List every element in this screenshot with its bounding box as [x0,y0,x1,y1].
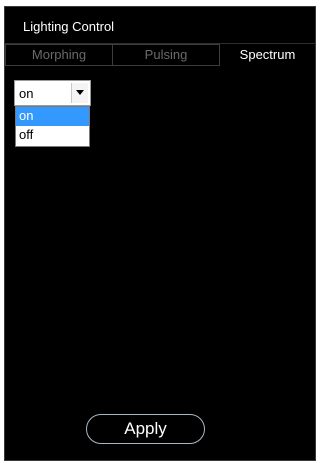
title-bar: Lighting Control [5,7,315,44]
tab-morphing[interactable]: Morphing [5,44,113,66]
lighting-control-window: Lighting Control Morphing Pulsing Spectr… [4,6,316,461]
dropdown-toggle[interactable] [71,83,88,103]
tab-spectrum[interactable]: Spectrum [220,44,315,66]
chevron-down-icon [76,90,84,95]
apply-button[interactable]: Apply [86,414,205,444]
select-value: on [19,86,34,101]
spectrum-select[interactable]: on [14,80,91,106]
dropdown-options: on off [15,106,90,147]
option-off[interactable]: off [16,126,89,145]
tab-pulsing[interactable]: Pulsing [113,44,220,66]
tab-bar: Morphing Pulsing Spectrum [5,44,315,66]
option-on[interactable]: on [16,107,89,126]
window-title: Lighting Control [23,19,115,34]
